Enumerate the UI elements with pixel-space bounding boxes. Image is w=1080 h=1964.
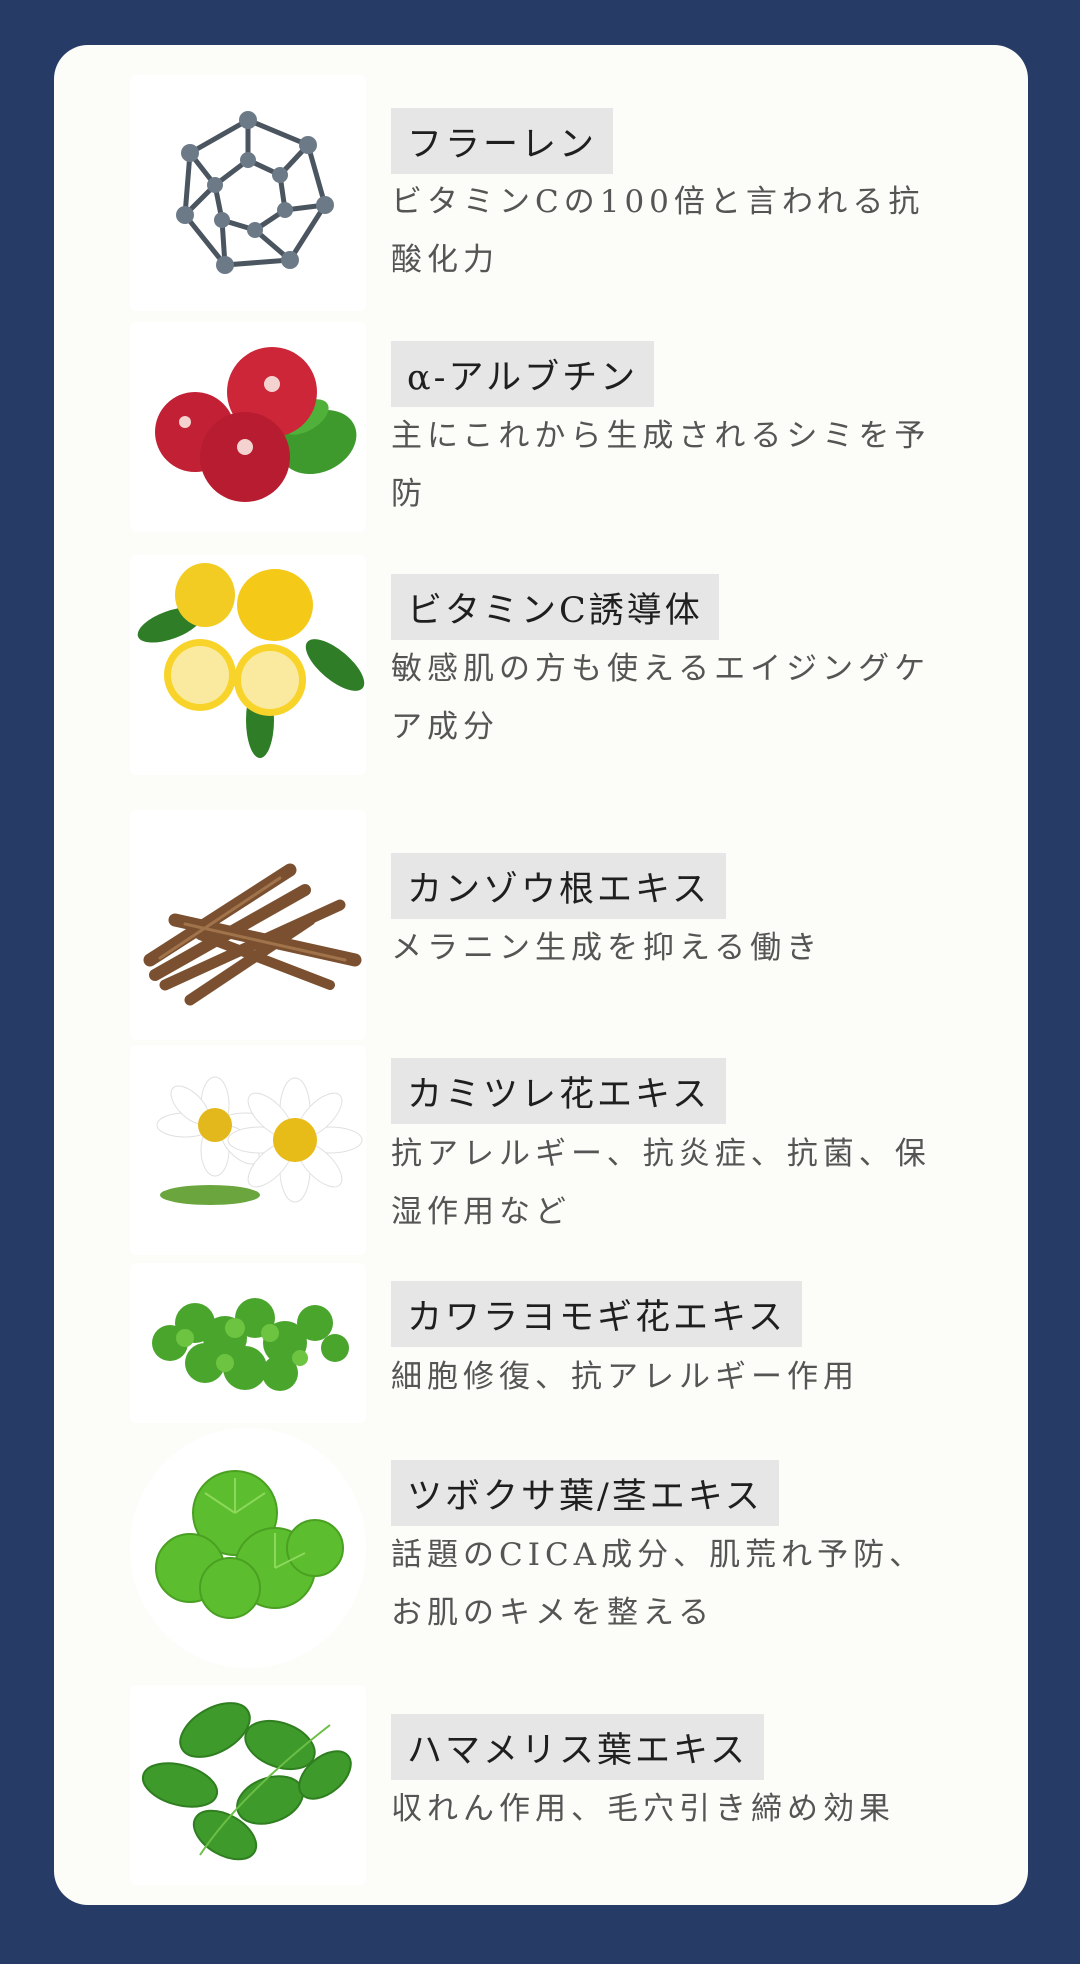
ingredient-name: カワラヨモギ花エキス	[391, 1281, 802, 1347]
fullerene-image	[130, 75, 366, 311]
ingredient-name: カミツレ花エキス	[391, 1058, 726, 1124]
ingredient-description: 主にこれから生成されるシミを予防	[391, 418, 931, 512]
cranberry-image	[130, 322, 366, 532]
licorice-root-image	[130, 810, 366, 1040]
ingredient-description: ビタミンCの100倍と言われる抗酸化力	[391, 184, 925, 278]
lemon-image	[130, 555, 366, 775]
ingredient-description: 抗アレルギー、抗炎症、抗菌、保湿作用など	[391, 1136, 931, 1230]
ingredient-description: 細胞修復、抗アレルギー作用	[391, 1359, 859, 1395]
ingredient-description: 話題のCICA成分、肌荒れ予防、お肌のキメを整える	[391, 1537, 926, 1631]
ingredient-name: ツボクサ葉/茎エキス	[391, 1460, 779, 1526]
ingredient-name: ハマメリス葉エキス	[391, 1714, 764, 1780]
witch-hazel-leaves-image	[130, 1685, 366, 1885]
ingredient-description: 敏感肌の方も使えるエイジングケア成分	[391, 651, 931, 745]
ingredients-card: フラーレン ビタミンCの100倍と言われる抗酸化力 α-アルブチン 主にこれから…	[54, 45, 1028, 1905]
chamomile-image	[130, 1045, 366, 1255]
ingredient-name: フラーレン	[391, 108, 614, 174]
ingredient-description: メラニン生成を抑える働き	[391, 930, 823, 966]
centella-leaves-image	[130, 1428, 366, 1668]
ingredient-description: 収れん作用、毛穴引き締め効果	[391, 1791, 895, 1827]
ingredient-name: ビタミンC誘導体	[391, 574, 719, 640]
ingredient-name: α-アルブチン	[391, 341, 655, 407]
ingredient-name: カンゾウ根エキス	[391, 853, 726, 919]
artemisia-image	[130, 1263, 366, 1423]
